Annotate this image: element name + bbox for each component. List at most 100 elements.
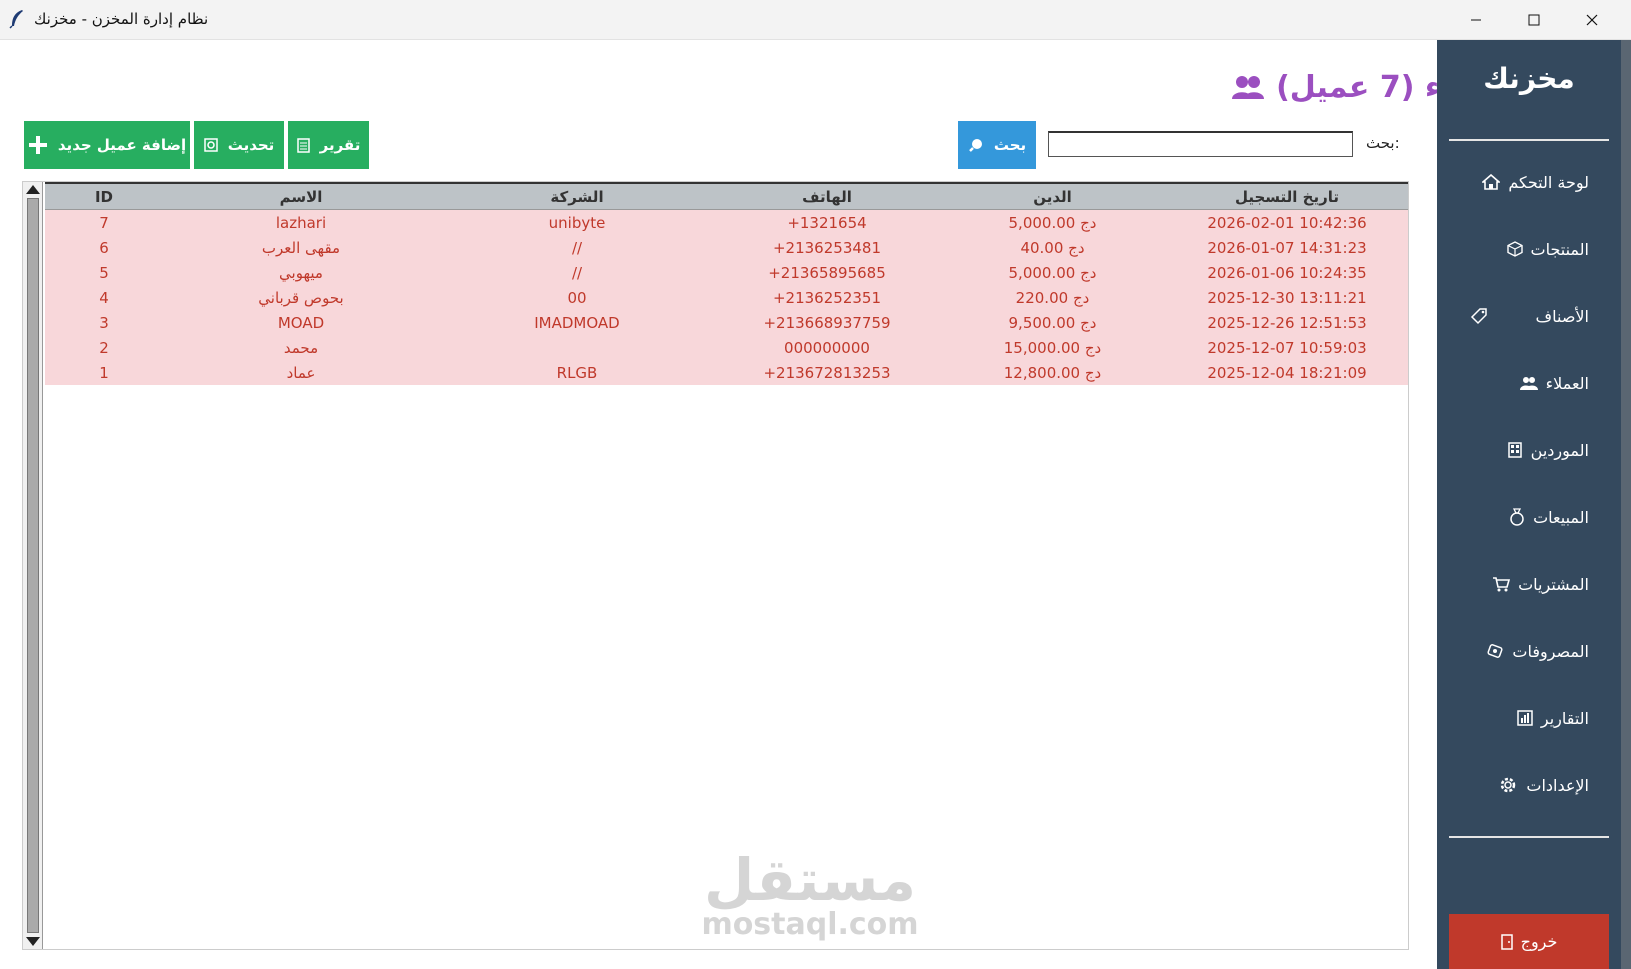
search-label: بحث: <box>1366 134 1400 152</box>
money-wings-icon <box>1486 643 1504 659</box>
sidebar-item-customers[interactable]: العملاء <box>1437 363 1621 403</box>
cell-company: 00 <box>567 288 587 307</box>
cell-date: 2025-12-07 10:59:03 <box>1207 338 1367 357</box>
table-header: ID الاسم الشركة الهاتف الدين تاريخ التسج… <box>45 182 1408 210</box>
cell-phone: +213672813253 <box>763 363 891 382</box>
sidebar-item-purchases[interactable]: المشتريات <box>1437 564 1621 604</box>
header-debt[interactable]: الدين <box>939 184 1166 209</box>
sidebar-item-categories[interactable]: الأصناف <box>1437 296 1621 336</box>
cart-icon <box>1492 576 1511 592</box>
plus-icon <box>28 135 48 155</box>
sidebar-item-dashboard[interactable]: لوحة التحكم <box>1437 162 1621 202</box>
cell-debt: 40.00 دج <box>1020 238 1085 257</box>
table-row[interactable]: 3 MOAD IMADMOAD +213668937759 9,500.00 د… <box>45 310 1408 335</box>
sidebar-item-label: لوحة التحكم <box>1508 172 1589 192</box>
users-icon <box>1519 376 1538 390</box>
close-button[interactable] <box>1563 0 1621 40</box>
cell-company: // <box>571 263 583 282</box>
sidebar-item-label: المنتجات <box>1530 239 1590 259</box>
search-input[interactable] <box>1048 131 1353 157</box>
table-row[interactable]: 5 ميهوبي // +21365895685 5,000.00 دج 202… <box>45 260 1408 285</box>
tag-icon <box>1470 307 1488 325</box>
sidebar-item-label: الإعدادات <box>1526 775 1589 795</box>
box-icon <box>1506 241 1523 257</box>
customers-table: ID الاسم الشركة الهاتف الدين تاريخ التسج… <box>22 181 1409 950</box>
logout-label: خروج <box>1520 932 1558 951</box>
scroll-down-icon[interactable] <box>26 937 40 946</box>
cell-name: مقهى العرب <box>261 238 341 257</box>
cell-name: ميهوبي <box>279 263 323 282</box>
cell-debt: 5,000.00 دج <box>1008 263 1097 282</box>
maximize-icon <box>1528 14 1540 26</box>
door-icon <box>1500 933 1513 950</box>
table-row[interactable]: 2 محمد 000000000 15,000.00 دج 2025-12-07… <box>45 335 1408 360</box>
cell-date: 2026-01-07 14:31:23 <box>1207 238 1367 257</box>
sidebar-item-label: الموردين <box>1530 440 1589 460</box>
sidebar-item-products[interactable]: المنتجات <box>1437 229 1621 269</box>
table-row[interactable]: 4 بحوص قرباني 00 +2136252351 220.00 دج 2… <box>45 285 1408 310</box>
table-row[interactable]: 7 lazhari unibyte +1321654 5,000.00 دج 2… <box>45 210 1408 235</box>
cell-debt: 5,000.00 دج <box>1008 213 1097 232</box>
cell-company: unibyte <box>548 213 606 232</box>
home-icon <box>1482 174 1501 190</box>
report-icon <box>296 137 310 153</box>
sidebar-item-label: التقارير <box>1540 708 1589 728</box>
watermark: مستقل mostaql.com <box>700 850 920 940</box>
close-icon <box>1586 14 1598 26</box>
sidebar-item-label: المصروفات <box>1512 641 1589 661</box>
cell-id: 6 <box>99 238 109 257</box>
sidebar-item-suppliers[interactable]: الموردين <box>1437 430 1621 470</box>
add-customer-button[interactable]: إضافة عميل جديد <box>24 121 190 169</box>
cell-date: 2026-01-06 10:24:35 <box>1207 263 1367 282</box>
cell-phone: +2136253481 <box>772 238 881 257</box>
cell-id: 4 <box>99 288 109 307</box>
maximize-button[interactable] <box>1505 0 1563 40</box>
scrollbar-thumb[interactable] <box>27 198 39 933</box>
cell-name: عماد <box>286 363 316 382</box>
header-name[interactable]: الاسم <box>163 184 439 209</box>
cell-name: lazhari <box>275 213 327 232</box>
header-phone[interactable]: الهاتف <box>715 184 939 209</box>
vertical-scrollbar[interactable] <box>23 182 43 949</box>
sidebar-item-sales[interactable]: المبيعات <box>1437 497 1621 537</box>
header-company[interactable]: الشركة <box>439 184 715 209</box>
minimize-button[interactable] <box>1447 0 1505 40</box>
scroll-up-icon[interactable] <box>26 185 40 194</box>
cell-company <box>439 335 715 360</box>
money-bag-icon <box>1509 508 1525 526</box>
report-button[interactable]: تقرير <box>288 121 369 169</box>
header-date[interactable]: تاريخ التسجيل <box>1166 184 1408 209</box>
cell-id: 7 <box>99 213 109 232</box>
window-edge <box>1621 40 1631 969</box>
minimize-icon <box>1471 19 1481 21</box>
sidebar-item-label: المبيعات <box>1533 507 1589 527</box>
cell-id: 2 <box>99 338 109 357</box>
cell-debt: 12,800.00 دج <box>1003 363 1102 382</box>
watermark-arabic: مستقل <box>703 846 917 914</box>
cell-phone: +21365895685 <box>768 263 886 282</box>
add-customer-label: إضافة عميل جديد <box>57 136 187 154</box>
cell-date: 2025-12-04 18:21:09 <box>1207 363 1367 382</box>
cell-phone: +213668937759 <box>763 313 891 332</box>
header-id[interactable]: ID <box>45 184 163 209</box>
chart-icon <box>1517 710 1533 726</box>
sidebar-item-reports[interactable]: التقارير <box>1437 698 1621 738</box>
logout-button[interactable]: خروج <box>1449 914 1609 969</box>
cell-company: IMADMOAD <box>534 313 620 332</box>
refresh-button[interactable]: تحديث <box>194 121 284 169</box>
sidebar-item-settings[interactable]: الإعدادات <box>1437 765 1621 805</box>
feather-icon <box>8 9 26 29</box>
cell-phone: 000000000 <box>784 338 870 357</box>
search-button-label: بحث <box>993 136 1027 154</box>
sidebar-item-label: المشتريات <box>1518 574 1589 594</box>
table-grid: ID الاسم الشركة الهاتف الدين تاريخ التسج… <box>45 182 1408 385</box>
cell-name: بحوص قرباني <box>258 288 344 307</box>
cell-date: 2025-12-30 13:11:21 <box>1207 288 1367 307</box>
table-row[interactable]: 1 عماد RLGB +213672813253 12,800.00 دج 2… <box>45 360 1408 385</box>
cell-company: RLGB <box>556 363 598 382</box>
sidebar-item-expenses[interactable]: المصروفات <box>1437 631 1621 671</box>
sidebar-divider <box>1449 836 1609 838</box>
table-row[interactable]: 6 مقهى العرب // +2136253481 40.00 دج 202… <box>45 235 1408 260</box>
watermark-latin: mostaql.com <box>701 907 919 942</box>
search-button[interactable]: بحث <box>958 121 1036 169</box>
